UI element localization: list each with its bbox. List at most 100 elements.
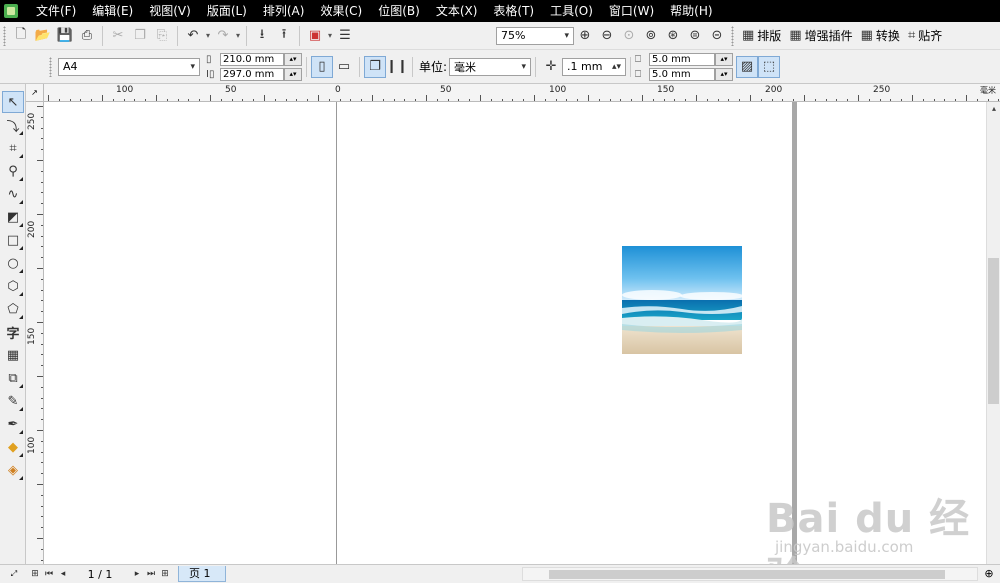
last-page-icon[interactable]: ⏭ — [144, 569, 158, 579]
shape-tool-icon[interactable]: ⤵ — [2, 114, 24, 136]
page-width-input[interactable]: 210.0 mm — [220, 52, 284, 66]
page-height-input[interactable]: 297.0 mm — [220, 67, 284, 81]
unit-select[interactable]: 毫米 ▾ — [449, 57, 532, 76]
vertical-ruler[interactable]: 250 200 150 100 — [26, 102, 44, 564]
redo-dropdown-icon[interactable]: ▾ — [234, 31, 242, 40]
horizontal-ruler[interactable]: 100 50 0 50 100 150 200 250 毫米 — [44, 84, 1000, 102]
plugins-button[interactable]: ▦ 增强插件 — [785, 25, 856, 47]
menu-text[interactable]: 文本(X) — [428, 0, 486, 22]
text-tool-icon[interactable]: 字 — [2, 321, 24, 343]
snap-to-objects-icon[interactable]: ⬚ — [758, 55, 781, 78]
table-tool-icon[interactable]: ▦ — [2, 344, 24, 366]
menu-file[interactable]: 文件(F) — [28, 0, 84, 22]
new-document-icon[interactable]: 🗋 — [10, 25, 32, 47]
polygon-tool-icon[interactable]: ⬡ — [2, 275, 24, 297]
current-page-icon[interactable]: ❙❙ — [386, 56, 408, 78]
duplicate-x-input[interactable]: 5.0 mm — [649, 52, 716, 66]
zoom-corner-icon[interactable]: ⤢ — [0, 569, 28, 579]
options-icon[interactable]: ☰ — [334, 25, 356, 47]
menu-tools[interactable]: 工具(O) — [542, 0, 601, 22]
menu-help[interactable]: 帮助(H) — [662, 0, 720, 22]
add-page-before-icon[interactable]: ⊞ — [28, 569, 42, 579]
duplicate-x-spinner[interactable]: ▴▾ — [715, 52, 734, 66]
interactive-fill-tool-icon[interactable]: ◈ — [2, 459, 24, 481]
interactive-blend-tool-icon[interactable]: ⧉ — [2, 367, 24, 389]
layout-button[interactable]: ▦ 排版 — [738, 25, 785, 47]
spinner-icon[interactable]: ▴▾ — [612, 62, 621, 72]
ruler-tick — [41, 300, 43, 302]
toolbar-grip[interactable] — [731, 25, 734, 46]
zoom-all-objects-icon[interactable]: ⊚ — [640, 25, 662, 47]
cut-icon[interactable]: ✂ — [107, 25, 129, 47]
open-folder-icon[interactable]: 📂 — [32, 25, 54, 47]
import-icon[interactable]: ⭳ — [251, 25, 273, 47]
duplicate-y-input[interactable]: 5.0 mm — [649, 67, 716, 81]
ruler-tick — [41, 516, 43, 518]
portrait-icon[interactable]: ▯ — [311, 55, 333, 78]
undo-dropdown-icon[interactable]: ▾ — [204, 31, 212, 40]
copy-icon[interactable]: ❐ — [129, 25, 151, 47]
nudge-distance-input[interactable]: .1 mm ▴▾ — [562, 57, 627, 76]
previous-page-icon[interactable]: ◂ — [56, 569, 70, 579]
menu-effects[interactable]: 效果(C) — [312, 0, 370, 22]
rectangle-tool-icon[interactable]: □ — [2, 229, 24, 251]
landscape-icon[interactable]: ▭ — [333, 56, 355, 78]
publish-dropdown-icon[interactable]: ▾ — [326, 31, 334, 40]
basic-shapes-tool-icon[interactable]: ⬠ — [2, 298, 24, 320]
toolbox-grip[interactable] — [0, 84, 25, 90]
zoom-page-width-icon[interactable]: ⊜ — [684, 25, 706, 47]
smart-fill-tool-icon[interactable]: ◩ — [2, 206, 24, 228]
zoom-level-select[interactable]: 75% ▾ — [496, 26, 574, 45]
outline-pen-tool-icon[interactable]: ✒ — [2, 413, 24, 435]
ellipse-tool-icon[interactable]: ○ — [2, 252, 24, 274]
zoom-selected-icon[interactable]: ⊙ — [618, 25, 640, 47]
menu-window[interactable]: 窗口(W) — [601, 0, 662, 22]
freehand-tool-icon[interactable]: ∿ — [2, 183, 24, 205]
print-icon[interactable]: ⎙ — [76, 25, 98, 47]
undo-icon[interactable]: ↶ — [182, 25, 204, 47]
vertical-scroll-thumb[interactable] — [988, 258, 999, 404]
first-page-icon[interactable]: ⏮ — [42, 569, 56, 579]
toolbar-grip[interactable] — [3, 25, 6, 46]
menu-edit[interactable]: 编辑(E) — [84, 0, 141, 22]
menu-view[interactable]: 视图(V) — [141, 0, 199, 22]
ruler-tick — [41, 311, 43, 313]
zoom-tool-icon[interactable]: ⚲ — [2, 160, 24, 182]
convert-button[interactable]: ▦ 转换 — [857, 25, 904, 47]
scroll-up-icon[interactable]: ▴ — [987, 104, 1000, 113]
treat-as-filled-icon[interactable]: ▨ — [736, 55, 759, 78]
crop-tool-icon[interactable]: ⌗ — [2, 137, 24, 159]
add-page-after-icon[interactable]: ⊞ — [158, 569, 172, 579]
menu-arrange[interactable]: 排列(A) — [255, 0, 313, 22]
publish-pdf-icon[interactable]: ▣ — [304, 25, 326, 47]
zoom-in-icon[interactable]: ⊕ — [574, 25, 596, 47]
toolbar-grip[interactable] — [49, 56, 52, 77]
menu-layout[interactable]: 版面(L) — [199, 0, 255, 22]
zoom-navigator-icon[interactable]: ⊕ — [980, 567, 998, 580]
horizontal-scrollbar[interactable] — [522, 567, 978, 581]
page-height-spinner[interactable]: ▴▾ — [284, 67, 302, 81]
beach-photo[interactable] — [622, 246, 742, 354]
zoom-page-icon[interactable]: ⊛ — [662, 25, 684, 47]
zoom-page-height-icon[interactable]: ⊝ — [706, 25, 728, 47]
menu-table[interactable]: 表格(T) — [485, 0, 542, 22]
eyedropper-tool-icon[interactable]: ✎ — [2, 390, 24, 412]
horizontal-scroll-thumb[interactable] — [549, 570, 945, 579]
save-icon[interactable]: 💾 — [54, 25, 76, 47]
duplicate-y-spinner[interactable]: ▴▾ — [715, 67, 734, 81]
redo-icon[interactable]: ↷ — [212, 25, 234, 47]
page-tab[interactable]: 页 1 — [178, 566, 226, 582]
paste-icon[interactable]: ⎘ — [151, 25, 173, 47]
fill-tool-icon[interactable]: ◆ — [2, 436, 24, 458]
app-icon[interactable] — [4, 4, 18, 18]
zoom-out-icon[interactable]: ⊖ — [596, 25, 618, 47]
snap-button[interactable]: ⌗ 贴齐 — [904, 25, 946, 47]
ruler-origin[interactable]: ↗ — [26, 84, 44, 102]
paper-size-select[interactable]: A4 ▾ — [58, 57, 200, 76]
next-page-icon[interactable]: ▸ — [130, 569, 144, 579]
pick-tool-icon[interactable]: ↖ — [2, 91, 24, 113]
all-pages-icon[interactable]: ❐ — [364, 55, 386, 78]
page-width-spinner[interactable]: ▴▾ — [284, 52, 302, 66]
menu-bitmaps[interactable]: 位图(B) — [370, 0, 428, 22]
export-icon[interactable]: ⭱ — [273, 25, 295, 47]
